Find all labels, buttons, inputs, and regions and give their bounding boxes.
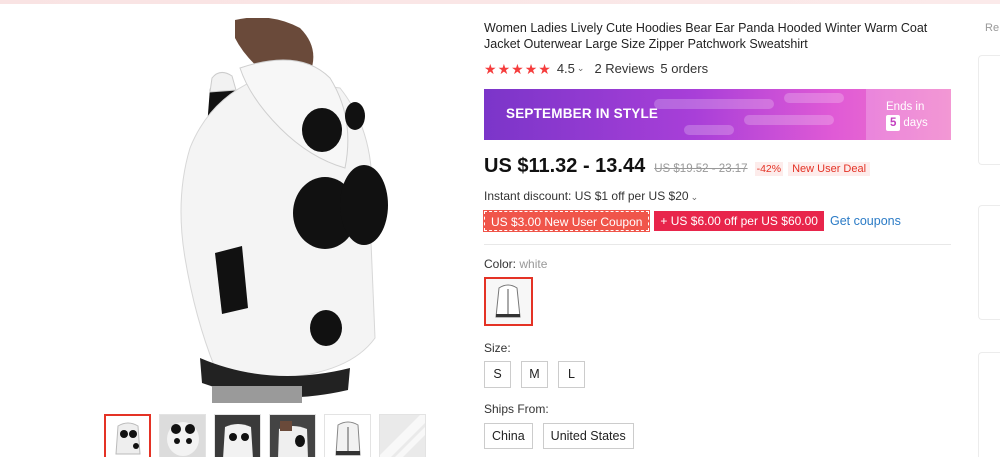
- coupon-row: US $3.00 New User Coupon + US $6.00 off …: [482, 210, 901, 232]
- banner-label: SEPTEMBER IN STYLE: [506, 106, 659, 121]
- star-icon: ★: [538, 60, 551, 77]
- thumbnail[interactable]: [379, 414, 426, 457]
- rating-row: ★ ★ ★ ★ ★ 4.5 ⌄ 2 Reviews 5 orders: [484, 61, 708, 76]
- main-product-image[interactable]: [150, 18, 440, 403]
- get-coupons-link[interactable]: Get coupons: [830, 214, 901, 228]
- days-number: 5: [886, 115, 901, 131]
- right-panel-label: Re: [985, 22, 1000, 34]
- ships-from-united-states[interactable]: United States: [542, 423, 634, 449]
- instant-discount-text: Instant discount: US $1 off per US $20: [484, 189, 689, 203]
- thumbnail[interactable]: [214, 414, 261, 457]
- color-label: Color: white: [484, 257, 547, 271]
- thumbnail[interactable]: [104, 414, 151, 457]
- top-strip: [0, 0, 1000, 4]
- banner-decoration: [784, 93, 844, 103]
- divider: [484, 244, 951, 245]
- ends-in-label: Ends in: [886, 101, 925, 113]
- new-user-coupon[interactable]: US $3.00 New User Coupon: [482, 210, 651, 232]
- star-icon: ★: [524, 60, 538, 77]
- star-rating: ★ ★ ★ ★ ★: [484, 62, 551, 76]
- star-icon: ★: [484, 60, 497, 77]
- size-option-l[interactable]: L: [558, 361, 585, 388]
- size-option-s[interactable]: S: [484, 361, 511, 388]
- reviews-link[interactable]: 2 Reviews: [594, 61, 654, 76]
- instant-discount[interactable]: Instant discount: US $1 off per US $20 ⌄: [484, 189, 698, 203]
- banner-countdown: Ends in 5 days: [866, 89, 951, 140]
- thumbnail[interactable]: [269, 414, 316, 457]
- right-panel-card[interactable]: [978, 55, 1000, 165]
- thumbnail[interactable]: [324, 414, 371, 457]
- chevron-down-icon[interactable]: ⌄: [691, 192, 699, 202]
- original-price: US $19.52 - 23.17: [654, 163, 748, 175]
- chevron-down-icon[interactable]: ⌄: [577, 63, 585, 74]
- color-value: white: [519, 257, 548, 271]
- ships-from-label: Ships From:: [484, 402, 549, 416]
- price-row: US $11.32 - 13.44 US $19.52 - 23.17 -42%…: [484, 155, 871, 178]
- thumbnail[interactable]: [159, 414, 206, 457]
- star-icon: ★: [497, 60, 511, 77]
- ships-from-china[interactable]: China: [484, 423, 533, 449]
- size-label: Size:: [484, 341, 511, 355]
- right-panel-card[interactable]: [978, 205, 1000, 320]
- orders-count: 5 orders: [660, 61, 709, 76]
- current-price: US $11.32 - 13.44: [484, 155, 646, 177]
- color-label-text: Color:: [484, 257, 517, 271]
- store-coupon[interactable]: + US $6.00 off per US $60.00: [654, 211, 824, 231]
- discount-badge: -42%: [754, 162, 784, 176]
- ships-from-options: China United States: [484, 423, 634, 449]
- size-option-m[interactable]: M: [521, 361, 548, 388]
- rating-score[interactable]: 4.5: [557, 61, 575, 76]
- thumbnail-strip: [104, 414, 426, 457]
- new-user-deal-badge: New User Deal: [788, 162, 871, 176]
- right-panel-card[interactable]: [978, 352, 1000, 457]
- product-title: Women Ladies Lively Cute Hoodies Bear Ea…: [484, 21, 928, 51]
- star-icon: ★: [511, 60, 524, 77]
- color-swatch-white[interactable]: [484, 277, 533, 326]
- promo-banner[interactable]: SEPTEMBER IN STYLE Ends in 5 days: [484, 89, 951, 140]
- banner-decoration: [654, 99, 774, 109]
- days-remaining: 5 days: [886, 115, 951, 131]
- banner-decoration: [744, 115, 834, 125]
- days-label: days: [903, 117, 928, 129]
- banner-decoration: [684, 125, 734, 135]
- size-options: S M L: [484, 361, 585, 388]
